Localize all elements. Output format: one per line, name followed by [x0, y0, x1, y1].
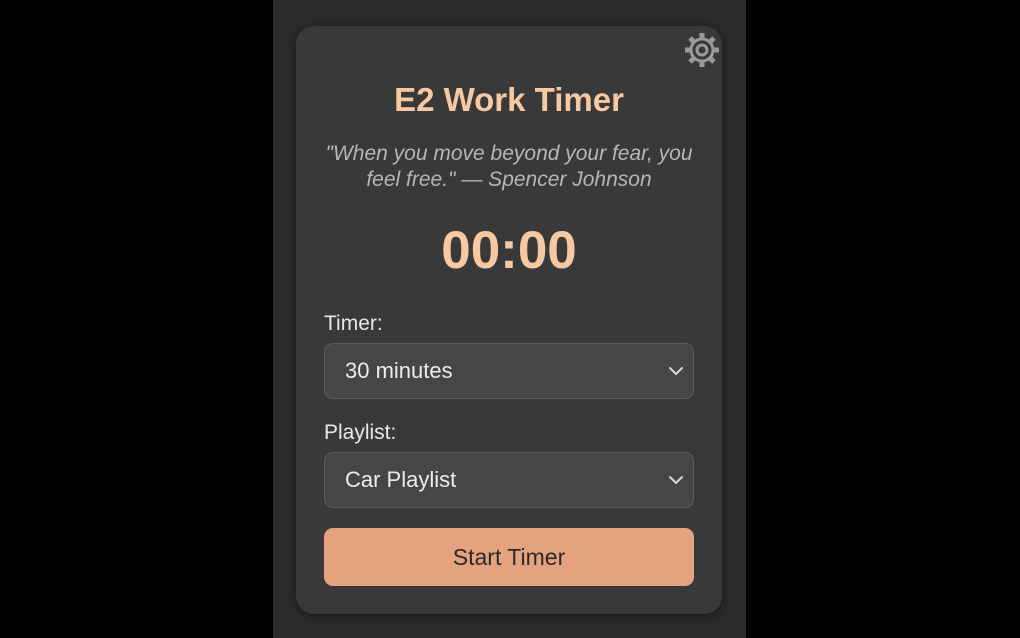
playlist-selected-value: Car Playlist — [345, 467, 457, 492]
playlist-select[interactable]: Car Playlist — [324, 452, 694, 508]
motivational-quote: "When you move beyond your fear, you fee… — [325, 142, 693, 191]
timer-selected-value: 30 minutes — [345, 358, 453, 383]
gear-icon — [685, 33, 719, 67]
chevron-down-icon — [667, 471, 685, 489]
settings-button[interactable] — [682, 30, 722, 70]
app-title: E2 Work Timer — [394, 81, 624, 118]
playlist-label: Playlist: — [324, 421, 397, 444]
timer-display: 00:00 — [441, 221, 577, 280]
timer-select[interactable]: 30 minutes — [324, 343, 694, 399]
start-timer-button[interactable]: Start Timer — [324, 528, 694, 586]
timer-label: Timer: — [324, 312, 383, 335]
screen-background: E2 Work Timer "When you move beyond your… — [0, 0, 1020, 638]
chevron-down-icon — [667, 362, 685, 380]
